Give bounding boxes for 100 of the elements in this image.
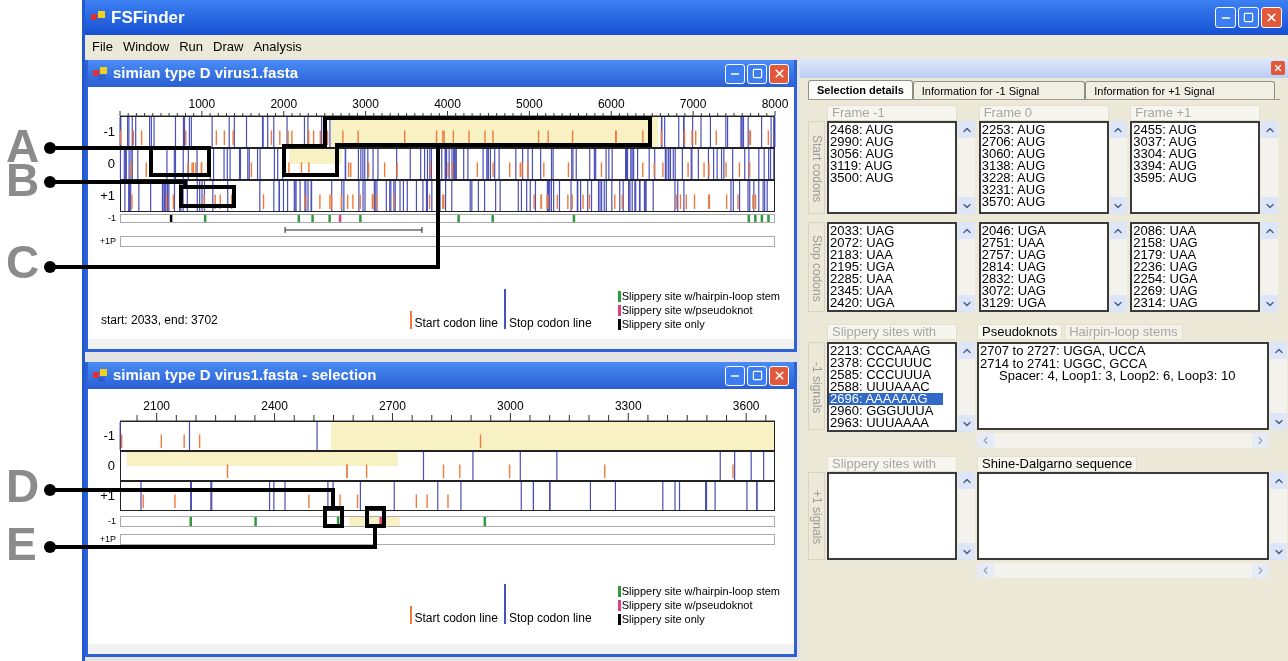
minimize-button[interactable]	[1215, 7, 1236, 28]
list-item[interactable]: 2455: AUG	[1132, 124, 1247, 136]
list-item[interactable]: 2468: AUG	[829, 124, 943, 136]
list-box[interactable]: 2033: UAG 2072: UAG 2183: UAA 2195: UGA 2285: UAA 2345: UAA 2420: UGA	[827, 222, 957, 312]
app-icon	[93, 67, 107, 80]
menu-item[interactable]: Window	[118, 38, 174, 55]
list-item[interactable]: 2183: UAA	[829, 249, 943, 261]
list-item[interactable]: 2195: UGA	[829, 261, 943, 273]
list-item[interactable]: 3056: AUG	[829, 148, 943, 160]
list-item[interactable]: 2072: UAG	[829, 237, 943, 249]
tab[interactable]: Information for -1 Signal	[912, 81, 1086, 99]
tab[interactable]: Pseudoknots	[977, 324, 1063, 340]
list-item[interactable]: 2757: UAG	[980, 249, 1095, 261]
close-button[interactable]	[769, 63, 789, 84]
list-item[interactable]: 2990: AUG	[829, 136, 943, 148]
list-item[interactable]: 2086: UAA	[1132, 225, 1247, 237]
list-box[interactable]: 2253: AUG 2706: AUG 3060: AUG 3138: AUG 3228: AUG 3231: AUG 3570: AUG	[978, 121, 1109, 214]
list-item[interactable]: 3129: UGA	[980, 297, 1095, 309]
menu-item[interactable]: File	[88, 38, 117, 55]
list-item[interactable]: 3595: AUG	[1132, 172, 1247, 184]
scrollbar[interactable]	[1261, 121, 1279, 214]
app-icon	[93, 369, 107, 382]
maximize-button[interactable]	[747, 365, 767, 386]
axis-tick-label: 7000	[679, 97, 707, 111]
list-item[interactable]: 2960: GGGUUUA	[829, 405, 943, 417]
list-box[interactable]: 2213: CCCAAAG 2378: CCCUUUC 2585: CCCUUUA 2588: UUUAAAC 2696: AAAAAAG 2960: GGGUUUA 2963: UUUAAAA	[827, 342, 957, 432]
close-icon	[772, 67, 786, 80]
tab[interactable]: Selection details	[808, 80, 913, 99]
list-item[interactable]: 2963: UUUAAAA	[829, 417, 943, 429]
list-item[interactable]: 2046: UGA	[980, 225, 1095, 237]
section-header: Frame 0	[978, 105, 1109, 121]
close-button[interactable]	[769, 365, 789, 386]
list-item[interactable]: 2378: CCCUUUC	[829, 357, 943, 369]
text-area[interactable]	[977, 472, 1269, 560]
list-item[interactable]: 3060: AUG	[980, 148, 1095, 160]
frame-label: 0	[107, 459, 116, 473]
list-item[interactable]: 2814: UAG	[980, 261, 1095, 273]
list-item[interactable]: 3037: AUG	[1132, 136, 1247, 148]
list-item[interactable]: 2285: UAA	[829, 273, 943, 285]
list-item[interactable]: 2706: AUG	[980, 136, 1095, 148]
close-button[interactable]	[1271, 61, 1285, 75]
list-item[interactable]: 2253: AUG	[980, 124, 1095, 136]
list-item[interactable]: 3228: AUG	[980, 172, 1095, 184]
list-item[interactable]: 2179: UAA	[1132, 249, 1247, 261]
list-item[interactable]: 2588: UUUAAAC	[829, 381, 943, 393]
legend-label: Slippery site w/hairpin-loop stem	[621, 289, 780, 303]
close-button[interactable]	[1261, 7, 1282, 28]
menu-item[interactable]: Draw	[209, 38, 248, 55]
scrollbar[interactable]	[977, 563, 1269, 578]
list-item[interactable]: 2236: UAG	[1132, 261, 1247, 273]
list-box[interactable]: 2455: AUG 3037: AUG 3304: AUG 3394: AUG 3595: AUG	[1130, 121, 1261, 214]
text-area[interactable]: 2707 to 2727: UGGA, UCCA 2714 to 2741: UGGC, GCCA Spacer: 4, Loop1: 3, Loop2: 6, Loop3: 10	[977, 342, 1269, 430]
axis-tick-label: 3600	[732, 399, 760, 413]
text-line: Spacer: 4, Loop1: 3, Loop2: 6, Loop3: 10	[998, 370, 1237, 383]
list-item[interactable]: 2832: UAG	[980, 273, 1095, 285]
list-item[interactable]: 2269: UAG	[1132, 285, 1247, 297]
scrollbar[interactable]	[958, 472, 975, 560]
list-item[interactable]: 2314: UAG	[1132, 297, 1247, 309]
list-item[interactable]: 2420: UGA	[829, 297, 943, 309]
scrollbar[interactable]	[1109, 121, 1127, 214]
list-box[interactable]: 2468: AUG 2990: AUG 3056: AUG 3119: AUG 3500: AUG	[827, 121, 957, 214]
minimize-button[interactable]	[725, 365, 745, 386]
axis-tick-label: 3300	[614, 399, 642, 413]
scrollbar[interactable]	[958, 342, 975, 432]
scrollbar[interactable]	[1270, 342, 1287, 430]
text-line: 2714 to 2741: UGGC, GCCA	[979, 357, 1148, 370]
scrollbar[interactable]	[958, 121, 975, 214]
scrollbar[interactable]	[1270, 472, 1287, 560]
list-box[interactable]: 2086: UAA 2158: UAG 2179: UAA 2236: UAG 2254: UGA 2269: UAG 2314: UAG	[1130, 222, 1261, 312]
list-box[interactable]	[827, 472, 957, 560]
list-item[interactable]: 3231: AUG	[980, 184, 1095, 196]
maximize-icon	[751, 370, 763, 381]
list-box[interactable]: 2046: UGA 2751: UAA 2757: UAG 2814: UAG 2832: UAG 3072: UAG 3129: UGA	[978, 222, 1109, 312]
axis-tick-label: 6000	[597, 97, 625, 111]
scrollbar[interactable]	[1109, 222, 1127, 312]
list-item[interactable]: 2158: UAG	[1132, 237, 1247, 249]
list-item[interactable]: 3072: UAG	[980, 285, 1095, 297]
menu-item[interactable]: Run	[175, 38, 208, 55]
maximize-button[interactable]	[1238, 7, 1259, 28]
list-item[interactable]: 3500: AUG	[829, 172, 943, 184]
list-item[interactable]: 3570: AUG	[980, 196, 1095, 208]
list-item[interactable]: 3119: AUG	[829, 160, 943, 172]
maximize-button[interactable]	[747, 63, 767, 84]
list-item[interactable]: 2254: UGA	[1132, 273, 1247, 285]
list-item[interactable]: 2585: CCCUUUA	[829, 369, 943, 381]
list-item[interactable]: 3138: AUG	[980, 160, 1095, 172]
tab[interactable]: Shine-Dalgarno sequence	[977, 456, 1138, 472]
list-item[interactable]: 2213: CCCAAAG	[829, 345, 943, 357]
scrollbar[interactable]	[1261, 222, 1279, 312]
list-item[interactable]: 2696: AAAAAAG	[829, 393, 943, 405]
list-item[interactable]: 2345: UAA	[829, 285, 943, 297]
tab[interactable]: Information for +1 Signal	[1085, 81, 1276, 99]
menu-item[interactable]: Analysis	[249, 38, 306, 55]
minimize-button[interactable]	[725, 63, 745, 84]
list-item[interactable]: 2751: UAA	[980, 237, 1095, 249]
scrollbar[interactable]	[958, 222, 975, 312]
scrollbar[interactable]	[977, 433, 1269, 448]
list-item[interactable]: 3394: AUG	[1132, 160, 1247, 172]
list-item[interactable]: 3304: AUG	[1132, 148, 1247, 160]
list-item[interactable]: 2033: UAG	[829, 225, 943, 237]
